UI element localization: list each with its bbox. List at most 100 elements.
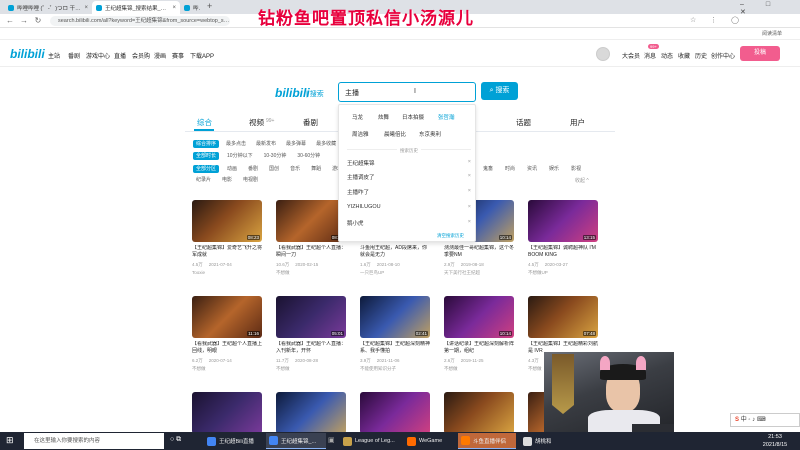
- nav-anime[interactable]: 番剧: [68, 51, 80, 60]
- filter-chip[interactable]: 舞蹈: [308, 165, 324, 173]
- forward-icon[interactable]: →: [18, 15, 30, 27]
- filter-chip[interactable]: 国创: [266, 165, 282, 173]
- video-thumbnail[interactable]: [276, 392, 346, 434]
- search-input[interactable]: 主播: [338, 82, 476, 102]
- back-icon[interactable]: ←: [4, 15, 16, 27]
- filter-chip[interactable]: 全部时长: [193, 152, 220, 160]
- video-thumbnail[interactable]: [444, 392, 514, 434]
- suggestion-item[interactable]: 晨曦倍比: [384, 130, 406, 138]
- extension-icons[interactable]: ☆ ⋮ ◯: [690, 16, 745, 24]
- nav-manga[interactable]: 漫画: [154, 51, 166, 60]
- nav-game-center[interactable]: 游戏中心: [86, 51, 110, 60]
- nav-dynamics[interactable]: 动态: [661, 51, 673, 60]
- uploader-name[interactable]: 不能使用知识分子: [360, 366, 430, 372]
- history-item[interactable]: 王纪超集锦 ×: [347, 159, 471, 167]
- taskbar-app[interactable]: 胡桃和: [520, 433, 566, 449]
- taskbar-app[interactable]: League of Leg...: [340, 433, 402, 449]
- taskbar-app-active[interactable]: 王纪超集锦_...: [266, 433, 326, 449]
- taskbar-app[interactable]: 斗鱼直播伴侣: [458, 433, 516, 449]
- video-thumbnail[interactable]: 08:23: [192, 200, 262, 242]
- close-icon[interactable]: ×: [468, 219, 471, 227]
- video-thumbnail[interactable]: 08:31: [276, 200, 346, 242]
- close-icon[interactable]: ×: [172, 5, 176, 11]
- nav-download-app[interactable]: 下载APP: [190, 51, 214, 60]
- upload-button[interactable]: 投稿: [740, 46, 780, 61]
- nav-favorites[interactable]: 收藏: [678, 51, 690, 60]
- reload-icon[interactable]: ↻: [32, 15, 44, 27]
- browser-tab-active[interactable]: 王纪超集锦_搜索结果_哔哩哔×: [92, 1, 180, 14]
- filter-chip[interactable]: 电影: [219, 176, 235, 184]
- video-thumbnail[interactable]: [360, 392, 430, 434]
- nav-shop[interactable]: 会员购: [132, 51, 150, 60]
- video-thumbnail[interactable]: 11:16: [192, 296, 262, 338]
- uploader-name[interactable]: Tooxie: [192, 270, 262, 275]
- filter-chip[interactable]: 最多弹幕: [283, 140, 309, 148]
- filter-chip[interactable]: 时尚: [502, 165, 518, 173]
- filter-chip[interactable]: 电视剧: [240, 176, 261, 184]
- filter-chip[interactable]: 10-30分钟: [261, 152, 290, 160]
- video-title[interactable]: 【看我武器】王纪超个人直播上回线，明眼: [192, 341, 262, 355]
- app-icon[interactable]: ▣: [328, 436, 335, 444]
- video-thumbnail[interactable]: 05:01: [276, 296, 346, 338]
- video-title[interactable]: 【看我武器】王纪超个人直播：瞬间一刀: [276, 245, 346, 259]
- avatar[interactable]: [596, 47, 610, 61]
- nav-main[interactable]: 主站: [48, 51, 60, 60]
- uploader-name[interactable]: 不想做UP: [528, 270, 598, 276]
- browser-tab[interactable]: 哔哩哔哩 (゜-゜)つロ 干杯~-bili×: [4, 1, 92, 14]
- history-item[interactable]: YIZHILUGOU ×: [347, 204, 471, 210]
- video-title[interactable]: 【王纪超集锦】诚聘超神队 I'M BOOM KING: [528, 245, 598, 259]
- search-button[interactable]: ⌕ 搜索: [481, 82, 518, 100]
- uploader-name[interactable]: 不想做: [276, 270, 346, 276]
- filter-chip[interactable]: 动画: [224, 165, 240, 173]
- nav-history[interactable]: 历史: [695, 51, 707, 60]
- browser-tab[interactable]: 哔哩哔哩 (゜-゜)つロ 干杯~: [180, 1, 204, 14]
- suggestion-item[interactable]: 炫舞: [378, 113, 389, 121]
- tab-topic[interactable]: 话题: [516, 117, 531, 128]
- filter-chip[interactable]: 最多点击: [223, 140, 249, 148]
- tab-all[interactable]: 综合: [197, 117, 212, 128]
- filter-chip[interactable]: 最多收藏: [313, 140, 339, 148]
- video-title[interactable]: 测测最佳一哥纪超集锦，这个冬季要NM: [444, 245, 514, 259]
- uploader-name[interactable]: 不想做: [444, 366, 514, 372]
- taskbar-app[interactable]: 王纪超Bili直播: [204, 433, 264, 449]
- filter-chip[interactable]: 纪录片: [193, 176, 214, 184]
- new-tab-icon[interactable]: +: [207, 1, 212, 11]
- video-title[interactable]: 【看我武器】王纪超个人直播：入刊新年，开怀: [276, 341, 346, 355]
- history-item[interactable]: 主播调皮了 ×: [347, 173, 471, 181]
- filter-chip[interactable]: 资讯: [524, 165, 540, 173]
- close-icon[interactable]: ×: [84, 5, 88, 11]
- nav-esports[interactable]: 赛事: [172, 51, 184, 60]
- collapse-filters-link[interactable]: 收起 ^: [575, 177, 589, 184]
- video-thumbnail[interactable]: 02:41: [360, 296, 430, 338]
- history-item[interactable]: 鹅小虎 ×: [347, 219, 471, 227]
- url-input[interactable]: search.bilibili.com/all?keyword=王纪超集锦&fr…: [50, 16, 230, 26]
- video-title[interactable]: 【王纪超集锦】王纪超深刻精神系、我手懂拍: [360, 341, 430, 355]
- video-thumbnail[interactable]: 10:14: [444, 296, 514, 338]
- uploader-name[interactable]: 一只巨鸟UP: [360, 270, 430, 276]
- suggestion-item[interactable]: 张哲瀚: [438, 113, 455, 121]
- filter-chip[interactable]: 最新发布: [253, 140, 279, 148]
- ime-toolbar[interactable]: S 中 ◦ ♪ ⌨: [730, 413, 800, 427]
- video-title[interactable]: 【讲话纪录】王纪超深刻解析阵第一期，组纪: [444, 341, 514, 355]
- suggestion-item[interactable]: 马龙: [352, 113, 363, 121]
- reading-list-link[interactable]: 阅读清单: [762, 30, 782, 37]
- uploader-name[interactable]: 不想做: [276, 366, 346, 372]
- tab-bangumi[interactable]: 番剧: [303, 117, 318, 128]
- clear-history-link[interactable]: 清空搜索历史: [437, 233, 464, 239]
- task-view-icon[interactable]: ○ ⧉: [170, 436, 181, 444]
- nav-live[interactable]: 直播: [114, 51, 126, 60]
- filter-chip[interactable]: 音乐: [287, 165, 303, 173]
- tab-video[interactable]: 视频: [249, 117, 264, 128]
- filter-chip[interactable]: 番剧: [245, 165, 261, 173]
- suggestion-item[interactable]: 周洁雅: [352, 130, 369, 138]
- suggestion-item[interactable]: 东京奥利: [419, 130, 441, 138]
- filter-chip[interactable]: 影视: [568, 165, 584, 173]
- filter-chip[interactable]: 娱乐: [546, 165, 562, 173]
- suggestion-item[interactable]: 日本拍摄: [402, 113, 424, 121]
- close-icon[interactable]: ×: [468, 204, 471, 210]
- tab-user[interactable]: 用户: [570, 117, 585, 128]
- close-icon[interactable]: ×: [468, 173, 471, 181]
- video-thumbnail[interactable]: 13:15: [528, 200, 598, 242]
- system-clock[interactable]: 21:53 2021/8/15: [752, 433, 798, 449]
- uploader-name[interactable]: 天下美行社王纪超: [444, 270, 514, 276]
